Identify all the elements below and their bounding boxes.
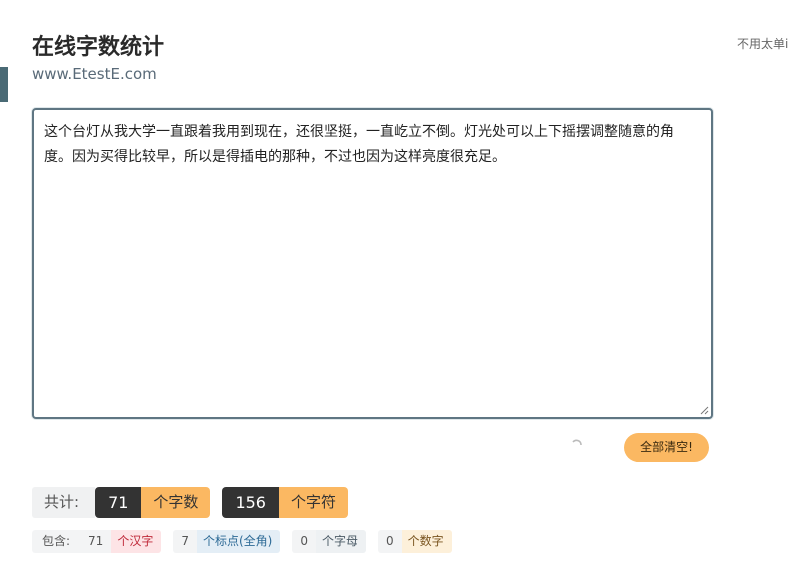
word-count-value: 71 (95, 487, 142, 518)
char-count-value: 156 (222, 487, 279, 518)
char-count-unit: 个字符 (278, 487, 348, 518)
left-accent-bar (0, 67, 8, 102)
hanzi-count-value: 71 (80, 530, 112, 553)
page-title: 在线字数统计 (32, 35, 165, 60)
site-url[interactable]: www.EtestE.com (32, 64, 157, 84)
totals-label: 共计: (32, 487, 96, 518)
text-input-content: 这个台灯从我大学一直跟着我用到现在，还很坚挺，一直屹立不倒。灯光处可以上下摇摆调… (44, 124, 674, 165)
letter-count-value: 0 (292, 530, 316, 553)
breakdown-label: 包含: (32, 530, 81, 553)
clear-all-button[interactable]: 全部清空! (624, 433, 709, 462)
hanzi-count-badge: 包含: 71 个汉字 (32, 530, 162, 553)
word-count-badge: 71 个字数 (95, 487, 211, 518)
hanzi-count-unit: 个汉字 (111, 530, 162, 553)
word-count-unit: 个字数 (141, 487, 211, 518)
breakdown-summary: 包含: 71 个汉字 7 个标点(全角) 0 个字母 0 个数字 (32, 530, 452, 553)
char-count-badge: 156 个字符 (222, 487, 348, 518)
resize-handle-icon[interactable] (700, 406, 709, 415)
loading-spinner-icon (572, 439, 582, 446)
punct-count-unit: 个标点(全角) (196, 530, 281, 553)
digit-count-value: 0 (378, 530, 402, 553)
side-note: 不用太单i (737, 37, 789, 51)
punct-count-value: 7 (173, 530, 197, 553)
letter-count-badge: 0 个字母 (292, 530, 367, 553)
totals-summary: 共计: 71 个字数 156 个字符 (32, 487, 348, 518)
punct-count-badge: 7 个标点(全角) (173, 530, 281, 553)
digit-count-badge: 0 个数字 (378, 530, 452, 553)
digit-count-unit: 个数字 (401, 530, 452, 553)
letter-count-unit: 个字母 (316, 530, 367, 553)
text-input-area[interactable]: 这个台灯从我大学一直跟着我用到现在，还很坚挺，一直屹立不倒。灯光处可以上下摇摆调… (32, 108, 713, 419)
